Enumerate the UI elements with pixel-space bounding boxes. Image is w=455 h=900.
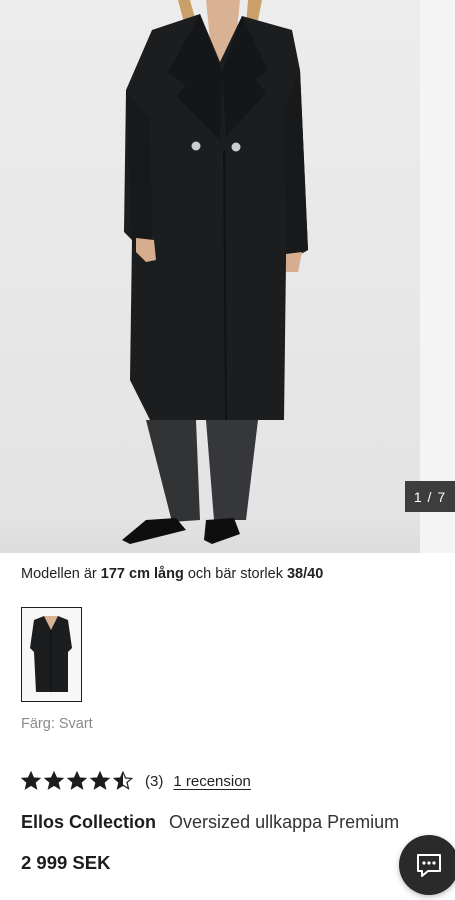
model-info-prefix: Modellen är <box>21 566 97 582</box>
color-swatch-svart[interactable] <box>21 607 82 702</box>
product-brand: Ellos Collection <box>21 812 157 832</box>
model-height: 177 cm lång <box>100 566 184 582</box>
product-photo <box>122 0 308 544</box>
rating-row: (3) 1 recension <box>21 769 251 793</box>
rating-count: (3) <box>145 772 164 790</box>
star-icon <box>90 771 110 790</box>
chat-button[interactable] <box>399 835 455 895</box>
product-price: 2 999 SEK <box>21 852 111 873</box>
reviews-link[interactable]: 1 recension <box>173 773 251 790</box>
star-icon <box>44 771 64 790</box>
model-info: Modellen är 177 cm lång och bär storlek … <box>21 566 323 582</box>
model-size: 38/40 <box>286 566 324 582</box>
chat-icon <box>417 854 441 877</box>
star-icon <box>113 771 133 790</box>
star-icon <box>67 771 87 790</box>
image-counter: 1 / 7 <box>405 481 455 512</box>
product-image-gallery[interactable]: 1 / 7 <box>0 0 455 553</box>
model-info-middle: och bär storlek <box>187 566 283 582</box>
star-icon <box>21 771 41 790</box>
coat-thumbnail <box>30 616 72 692</box>
color-label: Färg: Svart <box>21 716 93 732</box>
rating-stars <box>21 771 133 791</box>
product-title: Ellos Collection Oversized ullkappa Prem… <box>21 812 399 833</box>
product-name: Oversized ullkappa Premium <box>169 812 400 832</box>
